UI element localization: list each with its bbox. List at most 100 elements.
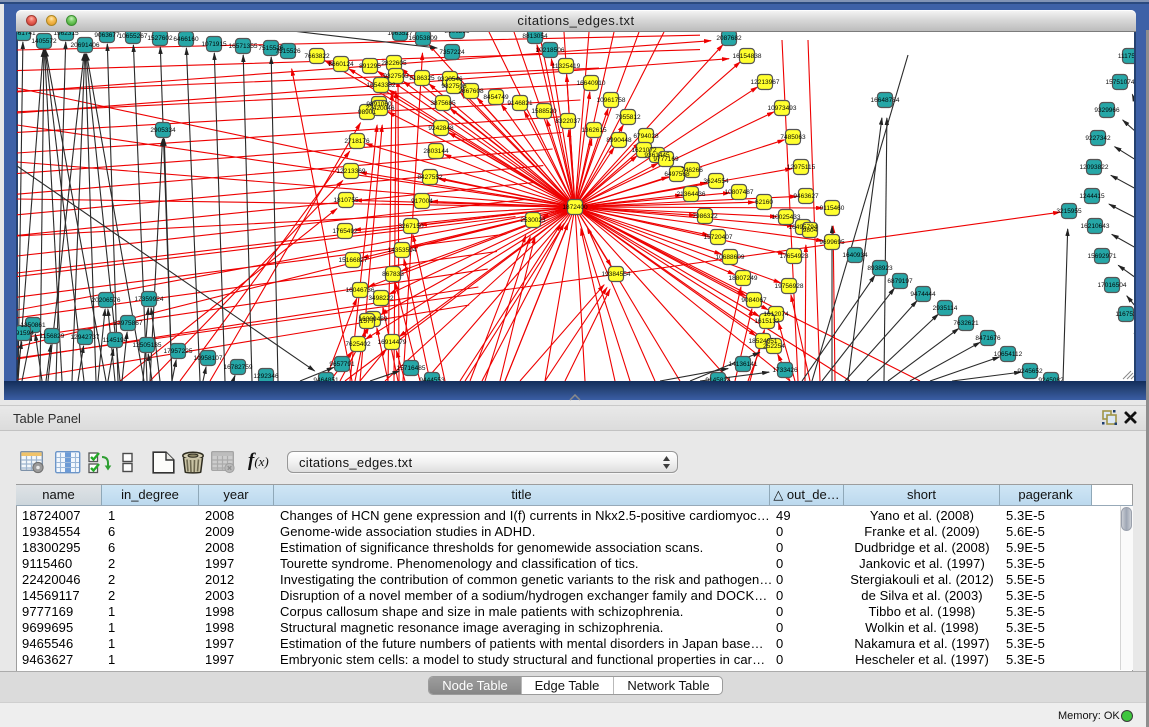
svg-text:7515526: 7515526: [275, 48, 301, 55]
svg-text:16571355: 16571355: [229, 43, 258, 50]
svg-text:1765492: 1765492: [332, 228, 358, 235]
svg-text:12975115: 12975115: [787, 164, 816, 171]
svg-text:3624554: 3624554: [703, 178, 729, 185]
svg-text:15716485: 15716485: [397, 365, 426, 372]
svg-text:9463627: 9463627: [793, 193, 819, 200]
svg-text:9464851: 9464851: [313, 377, 339, 381]
svg-text:11325419: 11325419: [552, 63, 581, 70]
svg-text:1527602: 1527602: [147, 35, 173, 42]
svg-text:1872400: 1872400: [562, 204, 588, 211]
svg-text:9444553: 9444553: [419, 377, 445, 381]
svg-text:16046736: 16046736: [346, 287, 375, 294]
svg-text:1615132: 1615132: [754, 318, 780, 325]
svg-text:16648784: 16648784: [871, 97, 900, 104]
svg-text:10025433: 10025433: [772, 214, 801, 221]
svg-text:8813054: 8813054: [522, 33, 548, 40]
svg-text:16210643: 16210643: [1081, 223, 1110, 230]
svg-text:12213369: 12213369: [337, 168, 366, 175]
svg-text:9146821: 9146821: [507, 100, 533, 107]
svg-text:6794028: 6794028: [633, 133, 659, 140]
svg-text:2803144: 2803144: [423, 148, 449, 155]
svg-text:8471676: 8471676: [975, 335, 1001, 342]
svg-text:9474444: 9474444: [910, 291, 936, 298]
svg-text:1244415: 1244415: [1079, 193, 1105, 200]
svg-text:14136141: 14136141: [729, 361, 758, 368]
svg-text:17654923: 17654923: [780, 253, 809, 260]
svg-text:6466160: 6466160: [173, 36, 199, 43]
svg-text:391594: 391594: [17, 330, 34, 337]
svg-text:12213967: 12213967: [751, 79, 780, 86]
svg-text:15692971: 15692971: [1088, 253, 1117, 260]
svg-text:23975867: 23975867: [114, 320, 143, 327]
svg-text:12505135: 12505135: [133, 342, 162, 349]
svg-text:62160: 62160: [755, 199, 773, 206]
svg-text:3267150: 3267150: [398, 223, 424, 230]
svg-text:6879197: 6879197: [887, 278, 913, 285]
svg-text:9657791: 9657791: [329, 361, 355, 368]
svg-text:8660124: 8660124: [328, 61, 354, 68]
svg-text:20206576: 20206576: [92, 297, 121, 304]
svg-text:9804: 9804: [803, 227, 818, 234]
svg-text:116753: 116753: [1115, 311, 1134, 318]
svg-text:9245082: 9245082: [1038, 377, 1064, 381]
svg-text:16640910: 16640910: [577, 80, 606, 87]
svg-text:1962315: 1962315: [53, 32, 79, 37]
svg-text:15166827: 15166827: [339, 257, 368, 264]
svg-text:7357224: 7357224: [439, 49, 465, 56]
svg-text:16914479: 16914479: [378, 339, 407, 346]
svg-text:12942737: 12942737: [71, 334, 100, 341]
svg-text:12093822: 12093822: [1080, 164, 1109, 171]
svg-text:1612074: 1612074: [763, 311, 789, 318]
svg-text:7632621: 7632621: [953, 320, 979, 327]
svg-text:19218506: 19218506: [536, 47, 565, 54]
svg-text:15720407: 15720407: [704, 234, 733, 241]
svg-text:9699695: 9699695: [819, 239, 845, 246]
svg-text:1577: 1577: [360, 318, 375, 325]
svg-text:917004: 917004: [411, 198, 433, 205]
svg-text:21364436: 21364436: [677, 191, 706, 198]
svg-text:2905334: 2905334: [150, 127, 176, 134]
svg-text:252254: 252254: [763, 343, 785, 350]
svg-text:17957225: 17957225: [164, 348, 193, 355]
svg-text:7625402: 7625402: [345, 341, 371, 348]
svg-text:9329966: 9329966: [1094, 107, 1120, 114]
svg-text:9777169: 9777169: [653, 156, 679, 163]
svg-text:10961758: 10961758: [597, 97, 626, 104]
svg-text:7485063: 7485063: [780, 134, 806, 141]
svg-text:7986322: 7986322: [692, 213, 718, 220]
svg-text:2087682: 2087682: [716, 35, 742, 42]
svg-text:1640934: 1640934: [842, 252, 868, 259]
svg-text:1156829: 1156829: [40, 333, 65, 340]
svg-text:16543382: 16543382: [367, 82, 396, 89]
svg-text:14353594: 14353594: [388, 247, 417, 254]
svg-text:1810755: 1810755: [333, 197, 359, 204]
svg-text:9084067: 9084067: [741, 297, 767, 304]
svg-text:7955812: 7955812: [615, 114, 641, 121]
svg-text:8427552: 8427552: [417, 174, 443, 181]
svg-text:891295: 891295: [359, 63, 381, 70]
svg-text:8990448: 8990448: [606, 137, 632, 144]
svg-text:8322037: 8322037: [555, 118, 581, 125]
svg-text:10973493: 10973493: [768, 105, 797, 112]
svg-text:1588520: 1588520: [531, 108, 557, 115]
svg-text:1405572: 1405572: [31, 38, 57, 45]
svg-text:19384554: 19384554: [602, 271, 631, 278]
svg-text:17016504: 17016504: [1098, 282, 1127, 289]
svg-text:16782759: 16782759: [224, 364, 253, 371]
svg-text:1145194: 1145194: [103, 337, 128, 344]
svg-text:15751074: 15751074: [1106, 79, 1134, 86]
svg-text:1861741: 1861741: [17, 32, 36, 37]
svg-text:19756928: 19756928: [775, 283, 804, 290]
svg-text:6497568: 6497568: [664, 171, 690, 178]
svg-text:2718176: 2718176: [344, 138, 370, 145]
svg-text:9245652: 9245652: [1017, 368, 1043, 375]
svg-text:9327503: 9327503: [383, 73, 409, 80]
svg-text:22420046: 22420046: [366, 105, 395, 112]
svg-text:18807249: 18807249: [729, 275, 758, 282]
svg-text:8938923: 8938923: [867, 265, 893, 272]
svg-text:7663822: 7663822: [304, 53, 330, 60]
svg-text:2530023: 2530023: [520, 217, 546, 224]
svg-text:9320546: 9320546: [437, 76, 463, 83]
svg-text:10958107: 10958107: [194, 355, 223, 362]
svg-text:16053809: 16053809: [409, 35, 438, 42]
